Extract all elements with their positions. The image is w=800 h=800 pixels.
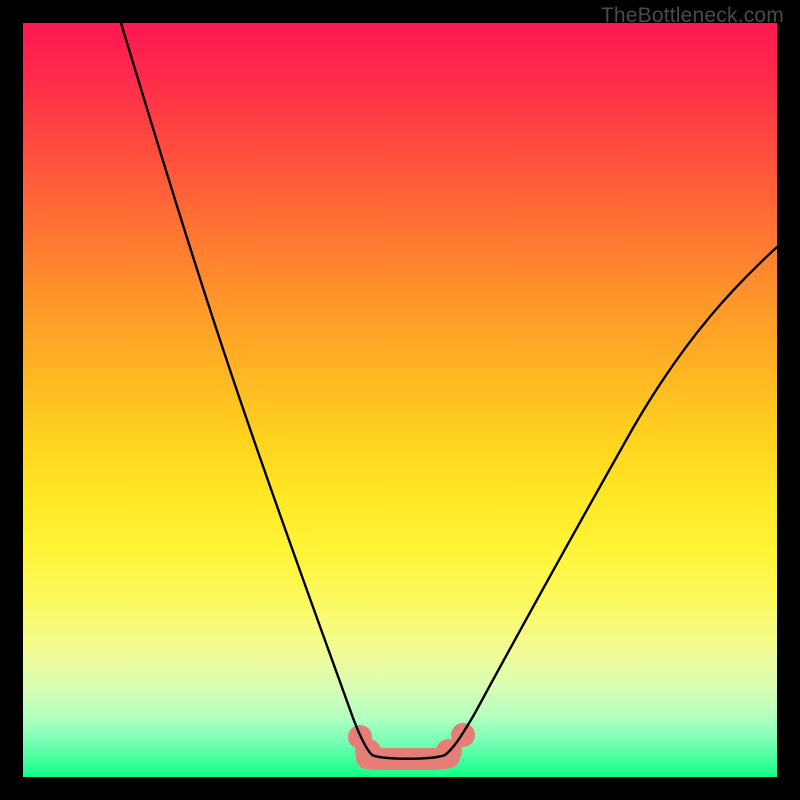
bottleneck-curve bbox=[121, 23, 777, 759]
chart-frame: TheBottleneck.com bbox=[0, 0, 800, 800]
plot-area bbox=[23, 23, 777, 777]
watermark-text: TheBottleneck.com bbox=[601, 4, 784, 28]
curve-overlay bbox=[23, 23, 777, 777]
